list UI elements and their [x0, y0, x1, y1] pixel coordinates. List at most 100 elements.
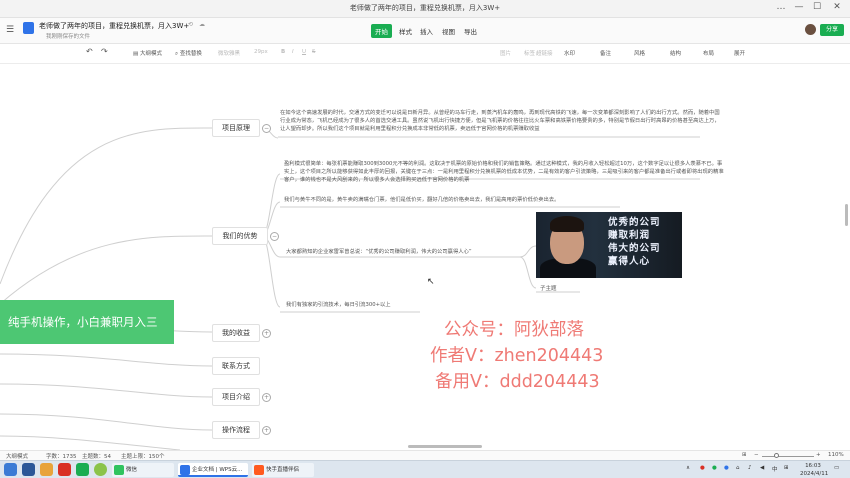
label-button[interactable]: 标签: [524, 49, 535, 57]
advantage-topic-1[interactable]: 盈利模式很简单：每张机票能赚取300到3000元不等的利润。这取决于机票的原始价…: [284, 161, 724, 184]
principle-text[interactable]: 在如今这个高速发展的时代，交通方式的变迁可以说是日新月异。从曾经的马车行走，到蒸…: [280, 110, 720, 133]
taskbar: 微信 企业文档 | WPS云... 快手直播伴侣 ∧ ● ● ● ⌂ ♪ ◀ 中…: [0, 460, 850, 478]
branch-process[interactable]: 操作流程: [212, 421, 260, 439]
kuaishou-icon: [254, 465, 264, 475]
expand-button[interactable]: 展开: [734, 49, 745, 57]
zoom-slider-handle[interactable]: [774, 453, 779, 458]
start-icon[interactable]: [4, 463, 17, 476]
task-kuaishou[interactable]: 快手直播伴侣: [252, 463, 314, 477]
note-button[interactable]: 备注: [600, 49, 611, 57]
more-icon[interactable]: …: [774, 2, 788, 12]
share-button[interactable]: 分享: [820, 24, 844, 36]
photo-slogan-line-1: 优秀的公司: [608, 217, 661, 228]
star-icon[interactable]: ☆: [177, 21, 182, 28]
tab-style[interactable]: 样式: [395, 24, 416, 38]
lei-jun-photo[interactable]: 优秀的公司 赚取利润 伟大的公司 赢得人心: [536, 212, 682, 278]
advantage-topic-4[interactable]: 我们有独家的引流技术，每日引流300+以上: [286, 302, 486, 310]
photo-hair: [550, 216, 584, 232]
branch-contact[interactable]: 联系方式: [212, 357, 260, 375]
branch-our-advantage[interactable]: 我们的优势: [212, 227, 268, 245]
hyperlink-button[interactable]: 超链接: [536, 49, 553, 57]
folder-icon[interactable]: [40, 463, 53, 476]
redo-icon[interactable]: ↷: [101, 47, 108, 56]
notification-icon[interactable]: ▭: [834, 465, 839, 471]
app-red-icon[interactable]: [58, 463, 71, 476]
status-topic-count: 主题数：54: [82, 454, 111, 460]
close-icon[interactable]: ✕: [830, 2, 844, 12]
zoom-slider[interactable]: [762, 456, 814, 457]
tray-wechat-icon[interactable]: ●: [712, 465, 717, 471]
find-replace-label: 查找替换: [179, 51, 202, 57]
expand-process-icon[interactable]: +: [262, 426, 271, 435]
style-button[interactable]: 风格: [634, 49, 645, 57]
document-header: ☰ 老师做了两年的项目，重程兑换机票，月入3W+ ☆ ⟲ ☁ 我刚刚保存的文件 …: [0, 18, 850, 44]
zoom-in-icon[interactable]: +: [816, 452, 821, 458]
collapse-advantage-icon[interactable]: −: [270, 232, 279, 241]
bold-button[interactable]: B: [281, 49, 285, 55]
clock[interactable]: 16:03 2024/4/11: [800, 462, 828, 478]
connector-caption: [519, 256, 537, 289]
task-wps[interactable]: 企业文档 | WPS云...: [178, 463, 248, 477]
mindmap-canvas[interactable]: 纯手机操作，小白兼职月入三 项目原理 − 我们的优势 − 我的收益 + 联系方式…: [0, 64, 850, 450]
zoom-out-icon[interactable]: −: [754, 452, 759, 458]
photo-caption[interactable]: 子主题: [540, 284, 557, 292]
tab-export[interactable]: 导出: [460, 24, 481, 38]
expand-intro-icon[interactable]: +: [262, 393, 271, 402]
task-wps-label: 企业文档 | WPS云...: [192, 467, 243, 473]
branch-project-intro[interactable]: 项目介绍: [212, 388, 260, 406]
outline-icon: ▤: [133, 51, 140, 57]
tray-ime-2-icon[interactable]: ⊞: [784, 465, 789, 471]
status-outline-mode[interactable]: 大纲模式: [6, 452, 28, 460]
tray-mic-icon[interactable]: ♪: [748, 465, 752, 471]
layout-button[interactable]: 布局: [703, 49, 714, 57]
watermark-button[interactable]: 水印: [564, 49, 575, 57]
files-icon[interactable]: [22, 463, 35, 476]
image-button[interactable]: 图片: [500, 49, 511, 57]
connector-principle: [0, 127, 213, 285]
tray-network-icon[interactable]: ⌂: [736, 465, 740, 471]
maximize-icon[interactable]: ☐: [810, 2, 824, 12]
task-wechat-label: 微信: [126, 467, 138, 473]
tab-insert[interactable]: 插入: [416, 24, 437, 38]
menu-icon[interactable]: ☰: [6, 25, 14, 35]
document-title[interactable]: 老师做了两年的项目，重程兑换机票，月入3W+: [39, 21, 189, 31]
history-icon[interactable]: ⟲: [188, 21, 193, 28]
avatar[interactable]: [805, 24, 816, 35]
advantage-topic-3[interactable]: 大家都熟知的企业家雷军曾总说：“优秀的公司赚取利润，伟大的公司赢得人心”: [286, 249, 526, 257]
cloud-icon[interactable]: ☁: [199, 21, 205, 28]
expand-income-icon[interactable]: +: [262, 329, 271, 338]
app-green-icon[interactable]: [76, 463, 89, 476]
outline-mode-button[interactable]: ▤ 大纲模式: [133, 49, 162, 57]
italic-button[interactable]: I: [292, 49, 294, 55]
find-replace-button[interactable]: ⌕ 查找替换: [175, 49, 202, 58]
collapse-principle-icon[interactable]: −: [262, 124, 271, 133]
structure-button[interactable]: 结构: [670, 49, 681, 57]
tray-app-icon[interactable]: ●: [700, 465, 705, 471]
font-size-select[interactable]: 29px: [254, 49, 268, 55]
root-topic[interactable]: 纯手机操作，小白兼职月入三: [0, 300, 174, 344]
tab-view[interactable]: 视图: [438, 24, 459, 38]
branch-project-principle[interactable]: 项目原理: [212, 119, 260, 137]
font-family-select[interactable]: 微软雅黑: [218, 49, 240, 57]
tray-cloud-icon[interactable]: ●: [724, 465, 729, 471]
fit-icon[interactable]: ⊞: [742, 452, 747, 458]
task-kuaishou-label: 快手直播伴侣: [266, 467, 300, 473]
undo-icon[interactable]: ↶: [86, 47, 93, 56]
minimize-icon[interactable]: —: [792, 2, 806, 12]
status-word-count: 字数：1735: [46, 454, 77, 460]
document-subtitle: 我刚刚保存的文件: [46, 34, 91, 40]
strike-button[interactable]: S: [312, 49, 316, 55]
horizontal-scrollbar[interactable]: [408, 445, 482, 448]
app-chat-icon[interactable]: [94, 463, 107, 476]
tray-volume-icon[interactable]: ◀: [760, 465, 764, 471]
task-wechat[interactable]: 微信: [112, 463, 174, 477]
tab-start[interactable]: 开始: [371, 24, 392, 38]
tray-chevron-icon[interactable]: ∧: [686, 465, 690, 471]
advantage-topic-2[interactable]: 我们与黄牛不同的是，黄牛卖的满嘴仓门票，他们是低价买，翻好几倍的价格卖出去，我们…: [284, 197, 724, 205]
branch-my-income[interactable]: 我的收益: [212, 324, 260, 342]
underline-button[interactable]: U: [302, 49, 306, 55]
connector-intro: [0, 383, 213, 398]
photo-slogan: 优秀的公司 赚取利润 伟大的公司 赢得人心: [608, 216, 661, 268]
tray-ime-icon[interactable]: 中: [772, 465, 778, 473]
vertical-scrollbar[interactable]: [845, 204, 848, 226]
